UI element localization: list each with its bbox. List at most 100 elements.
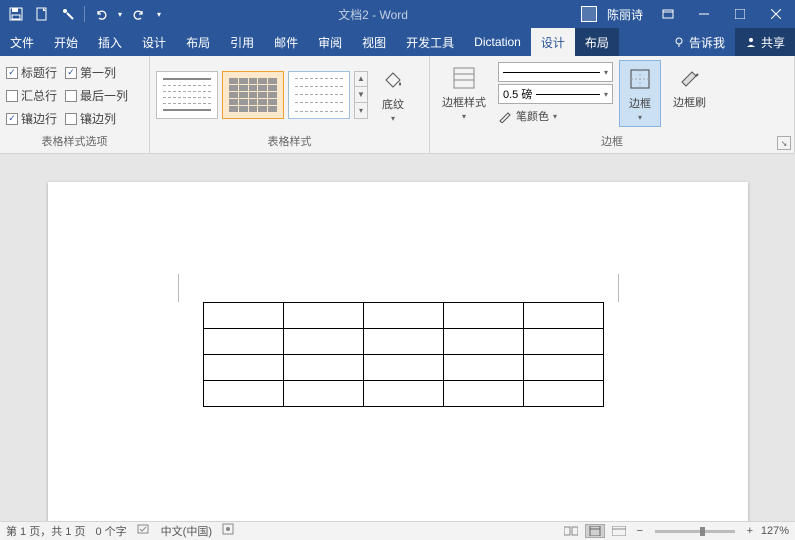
tab-view[interactable]: 视图 xyxy=(352,28,396,56)
tab-design-doc[interactable]: 设计 xyxy=(132,28,176,56)
minimize-icon[interactable] xyxy=(689,2,719,26)
user-name: 陈丽诗 xyxy=(607,6,643,23)
pen-color-button[interactable]: 笔颜色 ▾ xyxy=(498,106,613,126)
tellme-label: 告诉我 xyxy=(689,34,725,51)
macro-icon[interactable] xyxy=(222,523,234,539)
weight-value: 0.5 磅 xyxy=(503,86,532,102)
undo-icon[interactable] xyxy=(89,2,113,26)
gallery-up[interactable]: ▲ xyxy=(355,72,367,88)
tab-references[interactable]: 引用 xyxy=(220,28,264,56)
table-style-plain[interactable] xyxy=(156,71,218,119)
table-style-grid[interactable] xyxy=(222,71,284,119)
tab-dictation[interactable]: Dictation xyxy=(464,28,531,56)
gallery-down[interactable]: ▼ xyxy=(355,87,367,103)
lightbulb-icon xyxy=(673,36,685,48)
user-badge-icon[interactable] xyxy=(581,6,597,22)
zoom-out-button[interactable]: − xyxy=(633,525,647,537)
dialog-launcher-icon[interactable]: ↘ xyxy=(777,136,791,150)
border-painter-button[interactable]: 边框刷 xyxy=(667,60,712,114)
view-print-icon[interactable] xyxy=(585,524,605,538)
border-styles-label: 边框样式 xyxy=(442,94,486,110)
painter-icon xyxy=(676,64,704,92)
line-style-combo[interactable]: ▾ xyxy=(498,62,613,82)
border-icon xyxy=(626,65,654,93)
chevron-down-icon: ▾ xyxy=(638,113,642,122)
table-row[interactable] xyxy=(203,303,603,329)
cb-label: 第一列 xyxy=(80,64,116,81)
cb-first-col[interactable]: ✓ 第一列 xyxy=(65,64,116,81)
checkbox-icon: ✓ xyxy=(6,67,18,79)
border-button[interactable]: 边框 ▾ xyxy=(619,60,661,127)
tab-review[interactable]: 审阅 xyxy=(308,28,352,56)
group-label-styles: 表格样式 xyxy=(156,133,423,151)
tellme-search[interactable]: 告诉我 xyxy=(663,28,735,56)
gallery-more[interactable]: ▾ xyxy=(355,103,367,118)
document-area[interactable] xyxy=(0,154,795,521)
border-styles-button[interactable]: 边框样式 ▾ xyxy=(436,60,492,125)
tab-home[interactable]: 开始 xyxy=(44,28,88,56)
chevron-down-icon: ▾ xyxy=(553,112,557,121)
line-preview xyxy=(503,72,600,73)
tab-table-design[interactable]: 设计 xyxy=(531,28,575,56)
cb-banded-col[interactable]: 镶边列 xyxy=(65,110,116,127)
cb-label: 最后一列 xyxy=(80,87,128,104)
doc-name: 文档2 xyxy=(338,8,369,22)
qat-customize[interactable]: ▾ xyxy=(153,2,165,26)
shading-label: 底纹 xyxy=(382,96,404,112)
chevron-down-icon: ▾ xyxy=(604,68,608,77)
tab-file[interactable]: 文件 xyxy=(0,28,44,56)
tab-layout[interactable]: 布局 xyxy=(176,28,220,56)
zoom-thumb[interactable] xyxy=(700,527,705,536)
cb-label: 汇总行 xyxy=(21,87,57,104)
status-page[interactable]: 第 1 页，共 1 页 xyxy=(6,523,85,539)
window-title: 文档2 - Word xyxy=(165,6,581,23)
cb-last-col[interactable]: 最后一列 xyxy=(65,87,128,104)
tab-devtools[interactable]: 开发工具 xyxy=(396,28,464,56)
spellcheck-icon[interactable] xyxy=(137,523,151,539)
line-preview xyxy=(536,94,600,95)
separator xyxy=(84,6,85,22)
table-row[interactable] xyxy=(203,381,603,407)
undo-dropdown[interactable]: ▾ xyxy=(115,2,125,26)
view-read-icon[interactable] xyxy=(561,524,581,538)
document-table[interactable] xyxy=(203,302,604,407)
cb-label: 标题行 xyxy=(21,64,57,81)
tab-table-layout[interactable]: 布局 xyxy=(575,28,619,56)
zoom-level[interactable]: 127% xyxy=(761,525,789,537)
ribbon-options-icon[interactable] xyxy=(653,2,683,26)
page[interactable] xyxy=(48,182,748,521)
touch-mode-icon[interactable] xyxy=(56,2,80,26)
margin-guide xyxy=(618,274,619,302)
cb-label: 镶边行 xyxy=(21,110,57,127)
checkbox-icon xyxy=(65,90,77,102)
border-painter-label: 边框刷 xyxy=(673,94,706,110)
close-icon[interactable] xyxy=(761,2,791,26)
zoom-slider[interactable] xyxy=(655,530,735,533)
view-web-icon[interactable] xyxy=(609,524,629,538)
share-button[interactable]: 共享 xyxy=(735,28,795,56)
save-icon[interactable] xyxy=(4,2,28,26)
person-icon xyxy=(745,36,757,48)
tab-mailings[interactable]: 邮件 xyxy=(264,28,308,56)
status-words[interactable]: 0 个字 xyxy=(95,523,126,539)
table-row[interactable] xyxy=(203,329,603,355)
redo-icon[interactable] xyxy=(127,2,151,26)
checkbox-icon: ✓ xyxy=(6,113,18,125)
status-language[interactable]: 中文(中国) xyxy=(161,523,212,539)
line-weight-combo[interactable]: 0.5 磅 ▾ xyxy=(498,84,613,104)
border-style-icon xyxy=(450,64,478,92)
cb-banded-row[interactable]: ✓ 镶边行 xyxy=(6,110,57,127)
cb-label: 镶边列 xyxy=(80,110,116,127)
table-row[interactable] xyxy=(203,355,603,381)
cb-total-row[interactable]: 汇总行 xyxy=(6,87,57,104)
cb-header-row[interactable]: ✓ 标题行 xyxy=(6,64,57,81)
maximize-icon[interactable] xyxy=(725,2,755,26)
checkbox-icon xyxy=(65,113,77,125)
new-icon[interactable] xyxy=(30,2,54,26)
margin-guide xyxy=(178,274,179,302)
zoom-in-button[interactable]: + xyxy=(743,525,757,537)
tab-insert[interactable]: 插入 xyxy=(88,28,132,56)
table-style-light[interactable] xyxy=(288,71,350,119)
checkbox-icon xyxy=(6,90,18,102)
shading-button[interactable]: 底纹 ▾ xyxy=(372,62,414,127)
